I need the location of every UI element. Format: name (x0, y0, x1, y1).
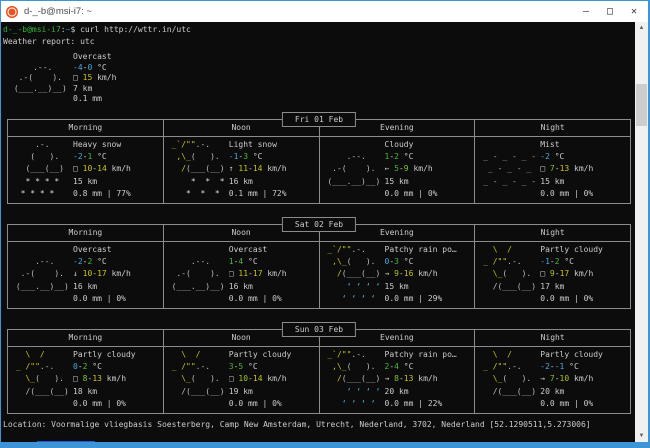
period-cell-evening: _`/"".-. ,\_( ). /(___(__) ‘ ‘ ‘ ‘ ‘ ‘ ‘… (320, 347, 476, 413)
period-cell-morning: .-. ( ). (___(__) * * * * * * * *Heavy s… (8, 137, 164, 203)
scroll-up-icon[interactable]: ▲ (635, 22, 648, 34)
period-cell-night: \ / _ /"".-. \_( ). /(___(__) Partly clo… (475, 347, 630, 413)
close-button[interactable]: ✕ (622, 1, 646, 22)
prompt-user: d-_-b@msi-i7 (3, 25, 61, 34)
period-cell-evening: _`/"".-. ,\_( ). /(___(__) ‘ ‘ ‘ ‘ ‘ ‘ ‘… (320, 242, 476, 308)
weather-details: Mist -2 °C □ 7-13 km/h 15 km 0.0 mm | 0% (540, 139, 630, 201)
period-header-morning: Morning (8, 120, 164, 136)
weather-details: Partly cloudy 0-2 °C □ 8-13 km/h 18 km 0… (73, 349, 163, 411)
period-cell-night: _ - _ - _ - _ - _ - _ _ - _ - _ - Mist -… (475, 137, 630, 203)
weather-icon: .--. .-( ). (___.__)__) (8, 244, 73, 306)
weather-details: Overcast -2-2 °C ↓ 10-17 km/h 16 km 0.0 … (73, 244, 163, 306)
weather-icon: \ / _ /"".-. \_( ). /(___(__) (8, 349, 73, 411)
weather-icon: _`/"".-. ,\_( ). /(___(__) ‘ ‘ ‘ ‘ ‘ ‘ ‘… (320, 244, 385, 306)
weather-details: Partly cloudy -2--1 °C → 7-10 km/h 20 km… (540, 349, 630, 411)
terminal-window: d-_-b@msi-i7: ~ – □ ✕ d-_-b@msi-i7:~$ cu… (0, 0, 650, 448)
scroll-thumb[interactable] (636, 84, 647, 126)
weather-icon: _ - _ - _ - _ - _ - _ _ - _ - _ - (475, 139, 540, 201)
titlebar[interactable]: d-_-b@msi-i7: ~ – □ ✕ (1, 1, 648, 22)
period-body-row: \ / _ /"".-. \_( ). /(___(__) Partly clo… (8, 347, 630, 413)
window-title: d-_-b@msi-i7: ~ (24, 6, 574, 17)
day-label: Sat 02 Feb (282, 217, 356, 232)
ubuntu-logo-icon (6, 6, 18, 18)
current-weather-icon: .--. .-( ). (___.__)__) (9, 52, 73, 105)
weather-details: Cloudy 1-2 °C ← 5-9 km/h 15 km 0.0 mm | … (385, 139, 475, 201)
forecast-table: MorningNoonEveningNight .-. ( ). (___(__… (7, 119, 631, 204)
period-cell-noon: \ / _ /"".-. \_( ). /(___(__) Partly clo… (164, 347, 320, 413)
forecast-day-fri: Fri 01 FebMorningNoonEveningNight .-. ( … (7, 112, 631, 204)
current-conditions: .--. .-( ). (___.__)__) Overcast -4-0 °C… (9, 52, 635, 105)
scrollbar[interactable]: ▲ ▼ (635, 22, 648, 442)
blank-line (3, 430, 635, 440)
command-line: d-_-b@msi-i7:~$ curl http://wttr.in/utc (3, 24, 635, 36)
terminal-content[interactable]: d-_-b@msi-i7:~$ curl http://wttr.in/utc … (1, 22, 635, 442)
period-cell-evening: .--. .-( ). (___.__)__) Cloudy 1-2 °C ← … (320, 137, 476, 203)
weather-details: Patchy rain po… 2-4 °C → 8-13 km/h 20 km… (385, 349, 475, 411)
period-header-morning: Morning (8, 330, 164, 346)
period-cell-morning: .--. .-( ). (___.__)__) Overcast -2-2 °C… (8, 242, 164, 308)
forecast-table: MorningNoonEveningNight .--. .-( ). (___… (7, 224, 631, 309)
period-cell-noon: .--. .-( ). (___.__)__) Overcast 1-4 °C … (164, 242, 320, 308)
period-header-night: Night (475, 225, 630, 241)
report-title: Weather report: utc (3, 36, 635, 48)
minimize-button[interactable]: – (574, 1, 598, 22)
weather-icon: \ / _ /"".-. \_( ). /(___(__) (164, 349, 229, 411)
weather-icon: \ / _ /"".-. \_( ). /(___(__) (475, 244, 540, 306)
period-cell-night: \ / _ /"".-. \_( ). /(___(__) Partly clo… (475, 242, 630, 308)
period-cell-noon: _`/"".-. ,\_( ). /(___(__) * * * * * *Li… (164, 137, 320, 203)
period-header-night: Night (475, 120, 630, 136)
period-body-row: .--. .-( ). (___.__)__) Overcast -2-2 °C… (8, 242, 630, 308)
follow-link[interactable]: @igor_chubin (37, 441, 95, 442)
period-header-night: Night (475, 330, 630, 346)
day-label: Sun 03 Feb (282, 322, 356, 337)
weather-icon: _`/"".-. ,\_( ). /(___(__) * * * * * * (164, 139, 229, 201)
forecast-day-sat: Sat 02 FebMorningNoonEveningNight .--. .… (7, 217, 631, 309)
weather-details: Light snow -1-3 °C ↑ 11-14 km/h 16 km 0.… (229, 139, 319, 201)
period-cell-morning: \ / _ /"".-. \_( ). /(___(__) Partly clo… (8, 347, 164, 413)
forecast-table: MorningNoonEveningNight \ / _ /"".-. \_(… (7, 329, 631, 414)
weather-details: Patchy rain po… 0-3 °C → 9-16 km/h 15 km… (385, 244, 475, 306)
location-line: Location: Voormalige vliegbasis Soesterb… (3, 419, 635, 430)
weather-icon: _`/"".-. ,\_( ). /(___(__) ‘ ‘ ‘ ‘ ‘ ‘ ‘… (320, 349, 385, 411)
period-body-row: .-. ( ). (___(__) * * * * * * * *Heavy s… (8, 137, 630, 203)
weather-details: Partly cloudy 3-5 °C □ 10-14 km/h 19 km … (229, 349, 319, 411)
weather-details: Partly cloudy -1-2 °C □ 9-17 km/h 17 km … (540, 244, 630, 306)
forecast-day-sun: Sun 03 FebMorningNoonEveningNight \ / _ … (7, 322, 631, 414)
scroll-down-icon[interactable]: ▼ (635, 430, 648, 442)
follow-suffix: for wttr.in updates (95, 441, 191, 442)
follow-line: Follow @igor_chubin for wttr.in updates (3, 440, 635, 442)
forecast-days: Fri 01 FebMorningNoonEveningNight .-. ( … (3, 112, 635, 414)
weather-icon: .--. .-( ). (___.__)__) (320, 139, 385, 201)
weather-details: Heavy snow -2-1 °C □ 10-14 km/h 15 km 0.… (73, 139, 163, 201)
footer: Location: Voormalige vliegbasis Soesterb… (3, 419, 635, 442)
weather-icon: .-. ( ). (___(__) * * * * * * * * (8, 139, 73, 201)
weather-icon: \ / _ /"".-. \_( ). /(___(__) (475, 349, 540, 411)
maximize-button[interactable]: □ (598, 1, 622, 22)
day-label: Fri 01 Feb (282, 112, 356, 127)
command-text: curl http://wttr.in/utc (75, 25, 191, 34)
follow-prefix: Follow (3, 441, 37, 442)
current-weather-details: Overcast -4-0 °C □ 15 km/h 7 km 0.1 mm (73, 52, 116, 105)
period-header-morning: Morning (8, 225, 164, 241)
weather-details: Overcast 1-4 °C □ 11-17 km/h 16 km 0.0 m… (229, 244, 319, 306)
weather-icon: .--. .-( ). (___.__)__) (164, 244, 229, 306)
